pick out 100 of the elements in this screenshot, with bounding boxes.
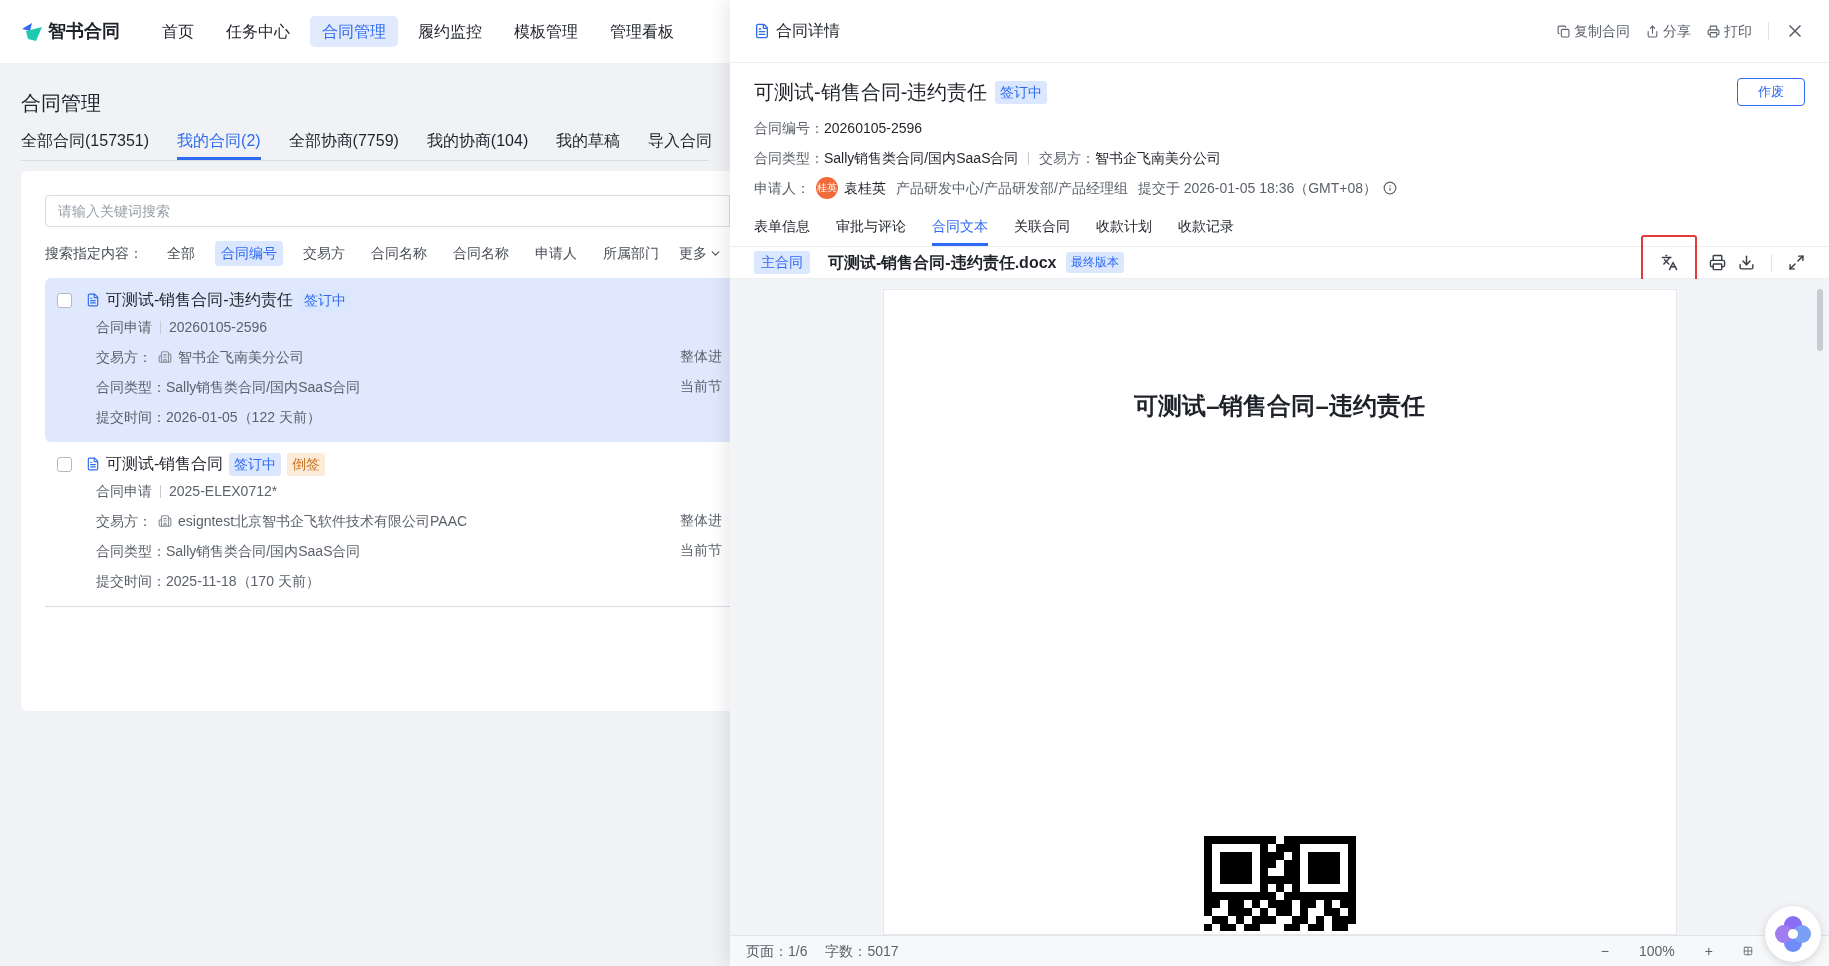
nav-tab[interactable]: 履约监控: [406, 16, 494, 47]
download-icon[interactable]: [1738, 254, 1755, 271]
filter-option[interactable]: 合同名称: [365, 241, 433, 266]
node-label: 当前节: [680, 541, 722, 560]
field-value: Sally销售类合同/国内SaaS合同: [166, 541, 361, 561]
copy-icon: [1557, 24, 1570, 38]
document-icon: [86, 293, 100, 307]
field-label: 合同申请: [96, 481, 152, 501]
field-label: 合同类型：: [754, 148, 824, 168]
zoom-out-button[interactable]: −: [1600, 940, 1609, 962]
file-name: 可测试-销售合同-违约责任.docx: [828, 252, 1057, 274]
department-text: 产品研发中心/产品研发部/产品经理组: [896, 178, 1128, 198]
contract-title: 可测试-销售合同: [106, 454, 224, 474]
word-count: 字数：5017: [825, 941, 899, 961]
node-label: 当前节: [680, 377, 722, 396]
detail-tab[interactable]: 表单信息: [754, 209, 810, 246]
header-action-button[interactable]: 复制合同: [1557, 20, 1630, 42]
nav-tab[interactable]: 模板管理: [502, 16, 590, 47]
nav-tab[interactable]: 合同管理: [310, 16, 398, 47]
print-icon[interactable]: [1709, 254, 1726, 271]
detail-tab[interactable]: 收款记录: [1178, 209, 1234, 246]
app-logo-text: 智书合同: [48, 20, 120, 43]
field-value: 2026-01-05（122 天前）: [166, 407, 321, 427]
page-tab[interactable]: 我的合同(2): [177, 125, 261, 160]
translate-icon[interactable]: [1660, 254, 1678, 271]
status-tag: 签订中: [995, 80, 1048, 104]
header-action-button[interactable]: 打印: [1707, 20, 1752, 42]
field-label: 合同申请: [96, 317, 152, 337]
page-count: 页面：1/6: [746, 941, 808, 961]
document-heading: 可测试–销售合同–违约责任: [1134, 391, 1425, 421]
document-icon: [754, 23, 770, 39]
main-contract-tag: 主合同: [754, 251, 810, 274]
field-value: 2025-ELEX0712*: [169, 481, 278, 501]
scrollbar: [1817, 289, 1823, 351]
status-tag: 倒签: [287, 452, 326, 476]
search-field[interactable]: 请输入关键词搜索: [45, 195, 730, 227]
more-dropdown[interactable]: 更多: [679, 243, 722, 264]
contract-title: 可测试-销售合同-违约责任: [106, 290, 293, 310]
filter-option[interactable]: 全部: [161, 241, 201, 266]
filter-option[interactable]: 合同编号: [215, 241, 283, 266]
field-value: Sally销售类合同/国内SaaS合同: [166, 377, 361, 397]
fullscreen-icon[interactable]: [1788, 254, 1805, 271]
field-value: 智书企飞南美分公司: [1095, 148, 1222, 168]
share-icon: [1646, 24, 1659, 38]
print-icon: [1707, 24, 1720, 38]
grid-icon[interactable]: [1743, 946, 1753, 956]
field-label: 合同编号：: [754, 118, 824, 138]
building-icon: [158, 350, 172, 364]
building-icon: [158, 514, 172, 528]
zoom-in-button[interactable]: +: [1704, 940, 1713, 962]
status-tag: 签订中: [229, 452, 282, 476]
field-label: 申请人：: [754, 178, 810, 198]
logo-icon: [20, 20, 44, 43]
checkbox[interactable]: [57, 292, 72, 308]
checkbox[interactable]: [57, 456, 72, 472]
detail-tab[interactable]: 合同文本: [932, 209, 988, 246]
detail-tab[interactable]: 审批与评论: [836, 209, 906, 246]
field-label: 合同类型：: [96, 377, 166, 397]
field-label: 提交时间：: [96, 571, 166, 591]
page-tab[interactable]: 全部协商(7759): [288, 125, 399, 160]
document-icon: [86, 457, 100, 471]
nav-tab[interactable]: 管理看板: [598, 16, 686, 47]
avatar: 桂英: [816, 177, 838, 199]
field-value: 20260105-2596: [824, 118, 923, 138]
progress-label: 整体进: [680, 511, 722, 530]
page-title: 合同管理: [21, 91, 102, 116]
nav-tab[interactable]: 首页: [150, 16, 206, 47]
panel-title: 合同详情: [776, 21, 840, 41]
nav-tab[interactable]: 任务中心: [214, 16, 302, 47]
page-tab[interactable]: 全部合同(157351): [21, 125, 150, 160]
filter-option[interactable]: 所属部门: [597, 241, 665, 266]
field-value: 20260105-2596: [169, 317, 268, 337]
field-label: 交易方：: [96, 511, 152, 531]
detail-tab[interactable]: 收款计划: [1096, 209, 1152, 246]
contract-item[interactable]: 可测试-销售合同-违约责任 签订中 合同申请 20260105-2596 交易方： 智书企飞南美分公司 合同类型：Sally销售类合同/国内SaaS合同 提交时间：2026-01-05（122 天前） 整体进 当前节: [45, 278, 730, 442]
field-value: esigntest北京智书企飞软件技术有限公司PAAC: [178, 511, 468, 531]
filter-option[interactable]: 交易方: [297, 241, 351, 266]
page-tab[interactable]: 我的草稿: [556, 125, 621, 160]
void-button[interactable]: 作废: [1737, 78, 1805, 106]
filter-label: 搜索指定内容：: [45, 244, 143, 263]
detail-tab[interactable]: 关联合同: [1014, 209, 1070, 246]
zoom-level: 100%: [1639, 941, 1675, 961]
info-icon[interactable]: [1383, 181, 1398, 195]
flower-icon: [1773, 914, 1813, 954]
field-label: 交易方：: [96, 347, 152, 367]
field-value: Sally销售类合同/国内SaaS合同: [824, 148, 1019, 168]
submitted-time: 提交于 2026-01-05 18:36（GMT+08）: [1137, 178, 1378, 198]
progress-label: 整体进: [680, 347, 722, 366]
page-tab[interactable]: 导入合同: [648, 125, 713, 160]
filter-option[interactable]: 申请人: [529, 241, 583, 266]
filter-option[interactable]: 合同名称: [447, 241, 515, 266]
field-value: 智书企飞南美分公司: [178, 347, 304, 367]
field-label: 提交时间：: [96, 407, 166, 427]
status-tag: 签订中: [298, 288, 351, 312]
page-tab[interactable]: 我的协商(104): [426, 125, 529, 160]
applicant-name: 袁桂英: [844, 178, 886, 198]
contract-title: 可测试-销售合同-违约责任: [754, 80, 988, 105]
version-tag: 最终版本: [1066, 252, 1125, 273]
header-action-button[interactable]: 分享: [1646, 20, 1691, 42]
field-label: 合同类型：: [96, 541, 166, 561]
